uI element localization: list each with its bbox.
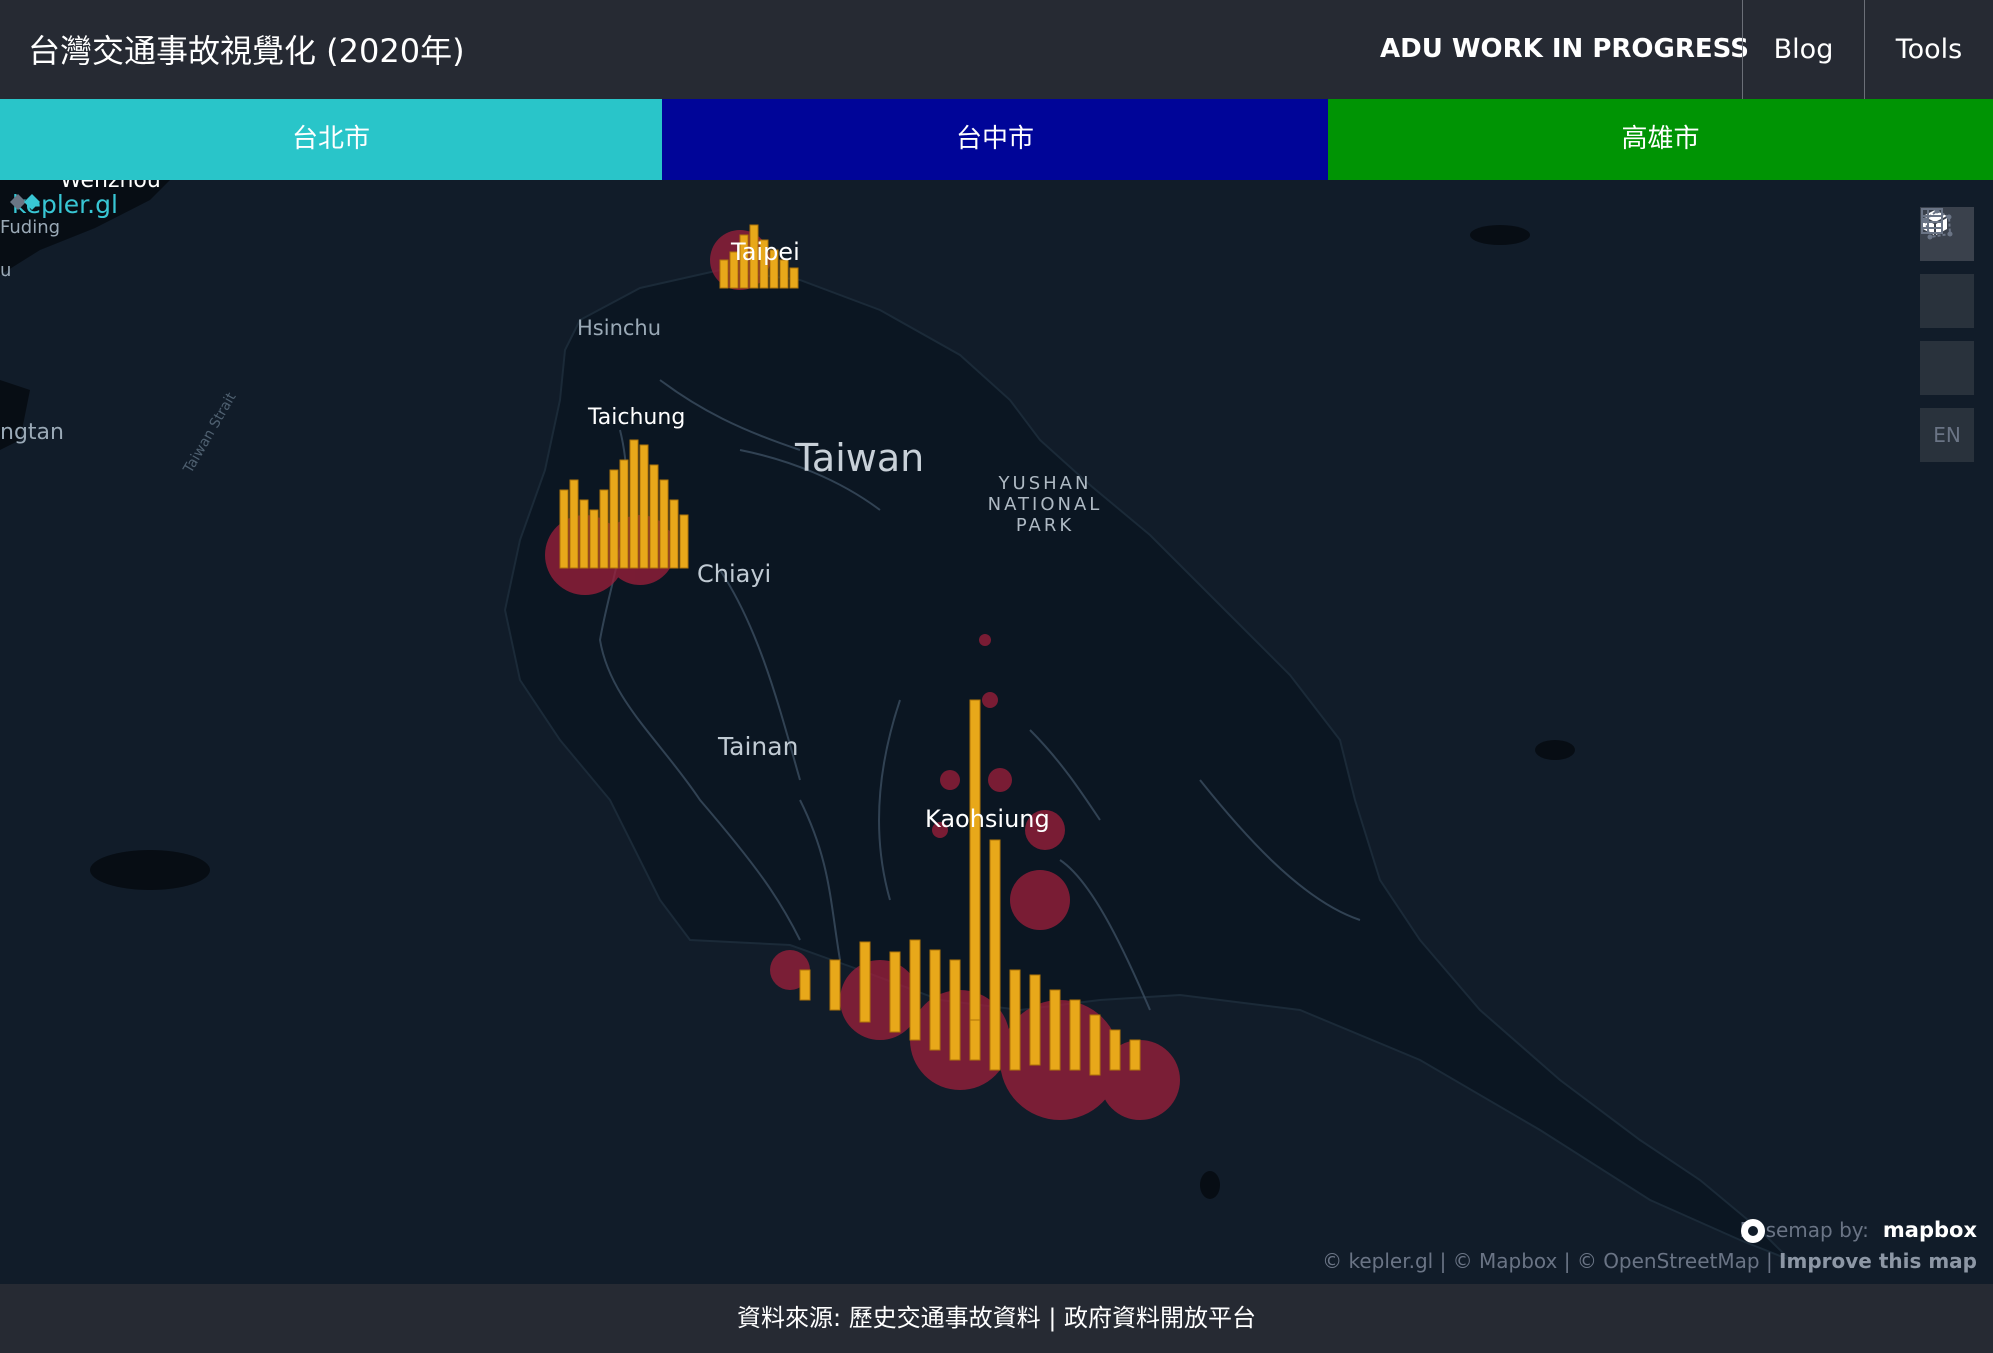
city-tabs: 台北市 台中市 高雄市 bbox=[0, 99, 1993, 180]
place-label-taipei: Taipei bbox=[731, 238, 800, 266]
place-label-taichung: Taichung bbox=[588, 405, 686, 430]
draw-polygon-button[interactable] bbox=[1920, 208, 1974, 395]
map-controls: EN bbox=[1920, 207, 1974, 475]
islands bbox=[90, 850, 210, 890]
tab-taichung[interactable]: 台中市 bbox=[662, 99, 1328, 180]
nav-blog-link[interactable]: Blog bbox=[1742, 0, 1864, 99]
language-toggle[interactable]: EN bbox=[1920, 408, 1974, 462]
data-table-button[interactable] bbox=[1920, 208, 1974, 328]
kepler-logo[interactable]: kepler.gl bbox=[6, 190, 118, 219]
page-title: 台灣交通事故視覺化 (2020年) bbox=[28, 32, 465, 70]
footer-source-link[interactable]: 歷史交通事故資料 bbox=[849, 1304, 1041, 1332]
footer-platform-link[interactable]: 政府資料開放平台 bbox=[1064, 1304, 1256, 1332]
brand-link[interactable]: ADU WORK IN PROGRESS bbox=[1380, 0, 1749, 99]
improve-map-link[interactable]: Improve this map bbox=[1779, 1249, 1977, 1273]
basemap-attribution: Basemap by: mapbox bbox=[1740, 1218, 1977, 1243]
top-navbar: 台灣交通事故視覺化 (2020年) ADU WORK IN PROGRESS B… bbox=[0, 0, 1993, 99]
map-credits: © kepler.gl | © Mapbox | © OpenStreetMap… bbox=[1322, 1249, 1977, 1273]
place-label-u: u bbox=[0, 260, 12, 281]
tab-kaohsiung[interactable]: 高雄市 bbox=[1328, 99, 1993, 180]
footer-prefix: 資料來源: bbox=[736, 1304, 849, 1332]
map-svg bbox=[0, 180, 1791, 1261]
nav-tools-link[interactable]: Tools bbox=[1864, 0, 1993, 99]
map-canvas[interactable]: kepler.gl Wenzhou Fuding u ngtan Taiwan … bbox=[0, 180, 1993, 1284]
place-label-wenzhou: Wenzhou bbox=[60, 180, 161, 193]
place-label-tainan: Tainan bbox=[718, 732, 799, 761]
footer-separator: | bbox=[1040, 1304, 1065, 1332]
place-label-taiwan: Taiwan bbox=[795, 436, 925, 480]
mapbox-logo-text: mapbox bbox=[1882, 1218, 1977, 1242]
place-label-hsinchu: Hsinchu bbox=[577, 316, 662, 340]
place-label-kaohsiung: Kaohsiung bbox=[925, 805, 1050, 833]
place-label-chiayi: Chiayi bbox=[697, 560, 772, 588]
credits-text: © kepler.gl | © Mapbox | © OpenStreetMap… bbox=[1322, 1249, 1780, 1273]
place-label-fuding: Fuding bbox=[0, 217, 61, 238]
place-label-pingtan: ngtan bbox=[0, 420, 64, 445]
tab-taipei[interactable]: 台北市 bbox=[0, 99, 662, 180]
place-label-yushan: YUSHAN NATIONAL PARK bbox=[987, 473, 1103, 536]
footer: 資料來源: 歷史交通事故資料 | 政府資料開放平台 bbox=[0, 1284, 1993, 1353]
mapbox-logo[interactable]: mapbox bbox=[1740, 1218, 1977, 1243]
